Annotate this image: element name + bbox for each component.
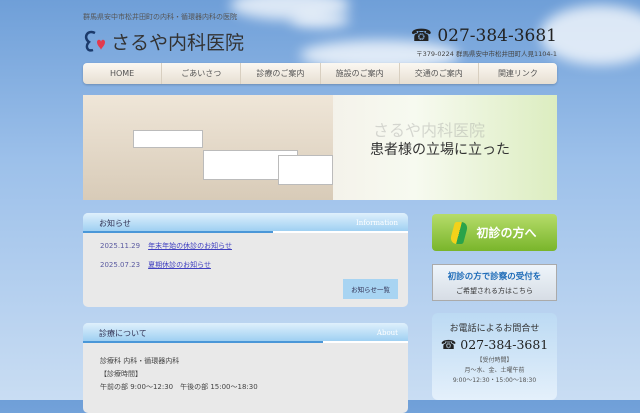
news-title-en: Information bbox=[355, 219, 398, 227]
news-item: 2025.07.23 夏期休診のお知らせ bbox=[100, 260, 391, 270]
hours-days: 月〜水、金、土曜午前 bbox=[464, 367, 525, 374]
about-title-en: About bbox=[376, 329, 398, 337]
news-date: 2025.11.29 bbox=[100, 242, 141, 250]
news-panel: お知らせ Information 2025.11.29 年末年始の休診のお知らせ 2… bbox=[83, 213, 408, 307]
heart-logo-icon bbox=[83, 30, 109, 54]
header-phone: ☎ 027-384-3681 bbox=[410, 26, 557, 46]
contact-phone: ☎ 027-384-3681 bbox=[440, 337, 549, 352]
news-date: 2025.07.23 bbox=[100, 261, 141, 269]
nav-medical-info[interactable]: 診療のご案内 bbox=[241, 63, 321, 84]
reception-line1: 初診の方で診察の受付を bbox=[447, 272, 542, 282]
tagline: 群馬県安中市松井田町の内科・循環器内科の医院 bbox=[83, 13, 237, 21]
hours-label: 【受付時間】 bbox=[476, 357, 513, 364]
hero-photo bbox=[83, 95, 333, 200]
hero-banner: さるや内科医院 患者様の立場に立った bbox=[83, 95, 557, 200]
first-visit-label: 初診の方へ bbox=[476, 226, 537, 240]
hero-logo-watermark: さるや内科医院 bbox=[373, 121, 486, 140]
news-list-button[interactable]: お知らせ一覧 bbox=[343, 279, 398, 299]
first-visit-banner[interactable]: 初診の方へ bbox=[432, 214, 557, 251]
nav-access[interactable]: 交通のご案内 bbox=[400, 63, 479, 84]
news-link[interactable]: 夏期休診のお知らせ bbox=[148, 261, 211, 269]
cloud bbox=[290, 12, 350, 28]
main-nav: HOME ごあいさつ 診療のご案内 施設のご案内 交通のご案内 関連リンク bbox=[83, 63, 557, 84]
hours-time: 9:00〜12:30・15:00〜18:30 bbox=[452, 377, 537, 384]
about-line: 午前の部 9:00〜12:30 午後の部 15:00〜18:30 bbox=[100, 383, 258, 391]
news-title: お知らせ bbox=[99, 219, 131, 228]
hero-caption: 患者様の立場に立った bbox=[370, 142, 510, 158]
logo[interactable]: さるや内科医院 bbox=[83, 28, 244, 55]
news-link[interactable]: 年末年始の休診のお知らせ bbox=[148, 242, 232, 250]
about-line: 診療科 内科・循環器内科 bbox=[100, 357, 180, 365]
reception-line2: ご希望される方はこちら bbox=[456, 287, 533, 295]
beginner-mark-icon bbox=[449, 221, 470, 244]
nav-facility[interactable]: 施設のご案内 bbox=[321, 63, 400, 84]
nav-greeting[interactable]: ごあいさつ bbox=[162, 63, 242, 84]
about-line: 【診療時間】 bbox=[100, 370, 142, 378]
contact-box: お電話によるお問合せ ☎ 027-384-3681 【受付時間】月〜水、金、土曜… bbox=[432, 313, 557, 400]
contact-title: お電話によるお問合せ bbox=[449, 324, 540, 334]
header-address: 〒379-0224 群馬県安中市松井田町人見1104-1 bbox=[416, 50, 557, 58]
clinic-name: さるや内科医院 bbox=[111, 32, 245, 54]
nav-links[interactable]: 関連リンク bbox=[479, 63, 557, 84]
about-title: 診療について bbox=[99, 329, 147, 338]
news-item: 2025.11.29 年末年始の休診のお知らせ bbox=[100, 241, 391, 251]
reception-banner[interactable]: 初診の方で診察の受付を ご希望される方はこちら bbox=[432, 264, 557, 301]
nav-home[interactable]: HOME bbox=[83, 63, 163, 84]
